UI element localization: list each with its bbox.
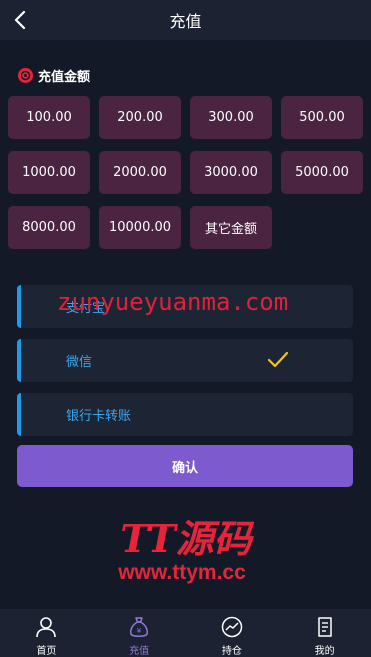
- payment-method-wechat[interactable]: 微信: [17, 339, 353, 382]
- amount-option[interactable]: 10000.00: [99, 206, 181, 249]
- target-icon: [18, 67, 33, 83]
- amount-option[interactable]: 3000.00: [190, 151, 272, 194]
- tab-label: 持仓: [221, 646, 242, 657]
- amount-option[interactable]: 300.00: [190, 96, 272, 139]
- amount-option-other[interactable]: 其它金额: [190, 206, 272, 249]
- amount-option[interactable]: 1000.00: [8, 151, 90, 194]
- top-bar: 充值: [0, 0, 371, 40]
- person-icon: [34, 615, 58, 639]
- tab-label: 首页: [36, 646, 57, 657]
- payment-method-label: 支付宝: [66, 301, 106, 316]
- svg-text:¥: ¥: [137, 627, 142, 635]
- amount-section-header: 充值金额: [18, 66, 91, 85]
- amount-option[interactable]: 100.00: [8, 96, 90, 139]
- back-button[interactable]: [6, 6, 34, 34]
- checkmark-icon: [267, 351, 289, 368]
- chart-icon: [220, 615, 244, 639]
- chevron-left-icon: [14, 10, 26, 30]
- amount-section-title: 充值金额: [38, 69, 91, 85]
- payment-method-list: 支付宝 微信 银行卡转账: [17, 285, 353, 447]
- payment-method-label: 微信: [66, 355, 93, 370]
- bottom-tab-bar: 首页 ¥ 充值 持仓 我的: [0, 609, 371, 657]
- document-icon: [313, 615, 337, 639]
- amount-option[interactable]: 5000.00: [281, 151, 363, 194]
- money-bag-icon: ¥: [127, 615, 151, 639]
- tab-label: 充值: [129, 646, 150, 657]
- page-title: 充值: [169, 12, 202, 31]
- tab-mine[interactable]: 我的: [278, 609, 371, 657]
- tab-label: 我的: [314, 646, 335, 657]
- payment-method-alipay[interactable]: 支付宝: [17, 285, 353, 328]
- amount-option[interactable]: 200.00: [99, 96, 181, 139]
- amount-option[interactable]: 500.00: [281, 96, 363, 139]
- tab-home[interactable]: 首页: [0, 609, 93, 657]
- tab-holdings[interactable]: 持仓: [186, 609, 279, 657]
- amount-option[interactable]: 2000.00: [99, 151, 181, 194]
- amount-option[interactable]: 8000.00: [8, 206, 90, 249]
- watermark-logo: TT源码 www.ttym.cc: [106, 517, 266, 585]
- payment-method-bank-transfer[interactable]: 银行卡转账: [17, 393, 353, 436]
- watermark-logo-title: TT源码: [120, 516, 252, 561]
- watermark-logo-url: www.ttym.cc: [118, 561, 246, 584]
- confirm-button[interactable]: 确认: [17, 445, 353, 487]
- tab-recharge[interactable]: ¥ 充值: [93, 609, 186, 657]
- amount-options: 100.00 200.00 300.00 500.00 1000.00 2000…: [8, 96, 364, 249]
- payment-method-label: 银行卡转账: [66, 409, 132, 424]
